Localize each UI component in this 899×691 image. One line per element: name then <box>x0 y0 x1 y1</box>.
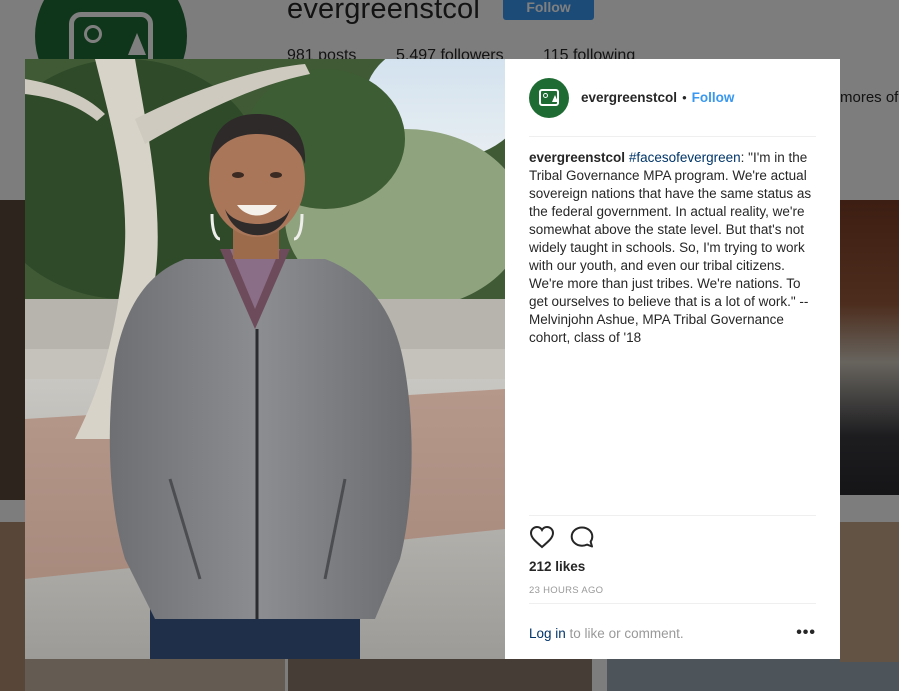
post-author-username[interactable]: evergreenstcol <box>581 90 677 105</box>
caption-username[interactable]: evergreenstcol <box>529 150 625 165</box>
post-photo[interactable] <box>25 59 505 659</box>
login-link[interactable]: Log in <box>529 626 566 641</box>
post-header: evergreenstcol • Follow <box>529 59 816 137</box>
post-modal: evergreenstcol • Follow evergreenstcol #… <box>25 59 840 659</box>
post-photo-image <box>25 59 505 659</box>
post-caption: evergreenstcol #facesofevergreen: "I'm i… <box>529 149 821 347</box>
caption-hashtag[interactable]: #facesofevergreen <box>629 150 741 165</box>
heart-icon[interactable] <box>529 525 555 549</box>
header-separator: • <box>682 90 687 105</box>
post-timestamp: 23 HOURS AGO <box>529 585 604 596</box>
actions-divider <box>529 515 816 516</box>
more-options-icon[interactable]: ••• <box>796 624 816 642</box>
likes-count[interactable]: 212 likes <box>529 559 585 574</box>
post-actions <box>529 525 595 549</box>
footer-divider <box>529 603 816 604</box>
post-footer: Log in to like or comment. ••• <box>529 624 816 642</box>
login-suffix: to like or comment. <box>565 625 684 641</box>
post-side-panel: evergreenstcol • Follow evergreenstcol #… <box>505 59 840 659</box>
post-author-avatar[interactable] <box>529 77 569 118</box>
post-follow-button[interactable]: Follow <box>692 90 735 105</box>
comment-bubble-icon[interactable] <box>569 525 595 549</box>
logo-frame-icon <box>539 88 559 106</box>
caption-text: : "I'm in the Tribal Governance MPA prog… <box>529 150 812 345</box>
tree-icon <box>552 94 558 102</box>
